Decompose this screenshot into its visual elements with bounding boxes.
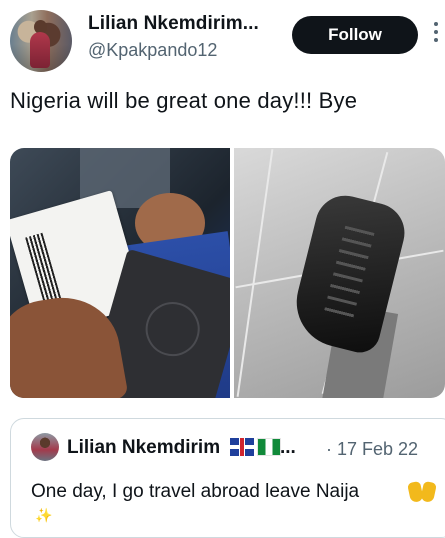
tweet-header: Lilian Nkemdirim... @Kpakpando12 Follow: [0, 0, 445, 80]
media-grid: [10, 148, 445, 398]
raising-hands-icon: [407, 479, 437, 504]
avatar-figure: [30, 32, 50, 68]
uk-flag-icon: [230, 438, 254, 456]
more-vertical-icon[interactable]: [432, 22, 440, 48]
quoted-tweet[interactable]: Lilian Nkemdirim ... · 17 Feb 22 One day…: [10, 418, 445, 538]
name-ellipsis: ...: [280, 437, 296, 458]
quoted-author-avatar[interactable]: [31, 433, 59, 461]
sparkle-icon: ✨: [35, 507, 53, 523]
quoted-tweet-date[interactable]: · 17 Feb 22: [326, 439, 418, 460]
tweet-text: Nigeria will be great one day!!! Bye: [10, 88, 358, 113]
author-avatar[interactable]: [10, 10, 72, 72]
flag-emojis: [230, 438, 281, 456]
photo-boot[interactable]: [234, 148, 445, 398]
photo-boarding-pass[interactable]: [10, 148, 230, 398]
nigeria-flag-icon: [257, 438, 281, 456]
author-handle[interactable]: @Kpakpando12: [88, 40, 217, 61]
quoted-tweet-text: One day, I go travel abroad leave Naija: [31, 481, 360, 502]
quoted-author-name[interactable]: Lilian Nkemdirim: [67, 437, 220, 459]
follow-button[interactable]: Follow: [292, 16, 418, 54]
author-name[interactable]: Lilian Nkemdirim...: [88, 13, 259, 35]
